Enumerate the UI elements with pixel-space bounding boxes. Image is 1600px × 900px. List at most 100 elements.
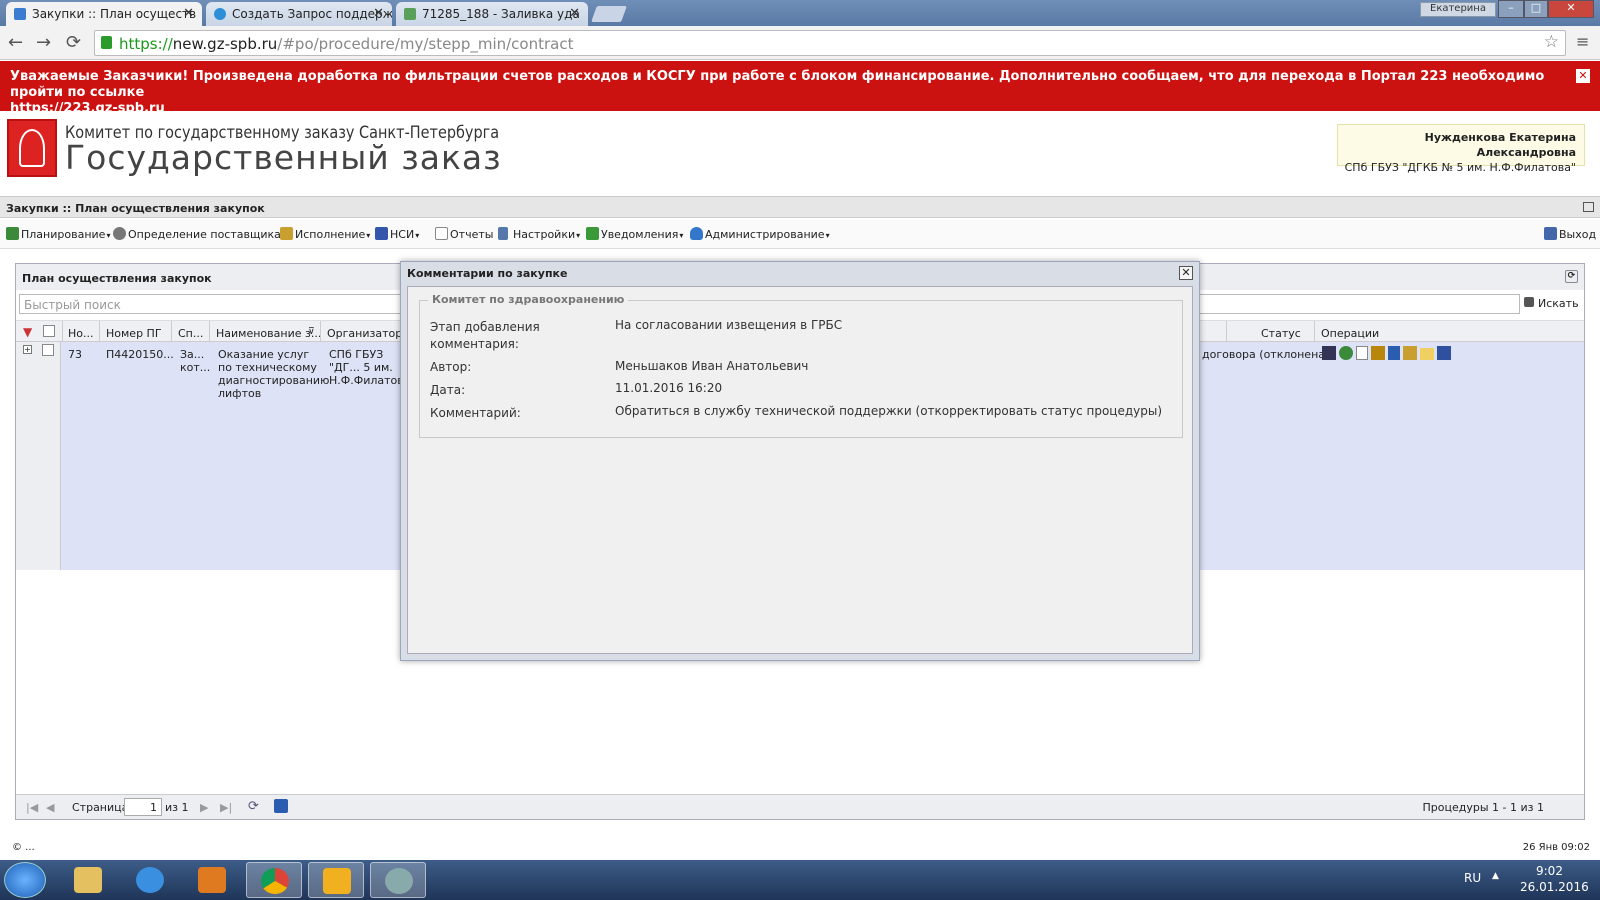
taskbar-media[interactable] xyxy=(184,862,240,898)
settings-icon[interactable] xyxy=(1339,346,1353,360)
menu-icon[interactable]: ≡ xyxy=(1576,32,1589,51)
menu-notifications[interactable]: Уведомления▾ xyxy=(586,227,683,241)
menu-administration[interactable]: Администрирование▾ xyxy=(690,227,830,241)
date-label: Дата: xyxy=(430,383,466,397)
site-title: Государственный заказ xyxy=(65,138,502,177)
col-status[interactable]: Статус xyxy=(1261,327,1301,340)
back-icon[interactable]: ← xyxy=(8,32,23,53)
app-title-bar: Закупки :: План осуществления закупок xyxy=(0,196,1600,218)
close-icon[interactable]: ✕ xyxy=(569,6,580,21)
col-organizer[interactable]: Организатор xyxy=(327,327,402,340)
col-method[interactable]: Сп... xyxy=(178,327,203,340)
tray-arrow-icon[interactable]: ▲ xyxy=(1492,871,1499,881)
maximize-icon[interactable]: □ xyxy=(1524,0,1548,18)
next-page-icon[interactable]: ▶ xyxy=(200,801,208,814)
minimize-icon[interactable]: – xyxy=(1498,0,1524,18)
filter-icon[interactable]: ⊽ xyxy=(308,327,315,337)
page-number-input[interactable]: 1 xyxy=(124,798,162,816)
forward-icon[interactable]: → xyxy=(36,32,51,53)
copyright: © ... xyxy=(12,842,35,853)
window-close-icon[interactable]: ✕ xyxy=(1548,0,1594,18)
archive-icon[interactable] xyxy=(1437,346,1451,360)
status-footer: © ... 26 Янв 09:02 xyxy=(0,836,1600,860)
notification-icon xyxy=(586,227,599,240)
close-icon[interactable]: ✕ xyxy=(183,6,194,21)
comment-label: Комментарий: xyxy=(430,406,521,420)
logout-button[interactable]: Выход xyxy=(1544,227,1596,241)
taskbar-paint[interactable] xyxy=(370,862,426,898)
group-legend: Комитет по здравоохранению xyxy=(428,293,629,306)
clear-filter-icon[interactable]: ▼ xyxy=(23,325,32,339)
browser-tab-support[interactable]: Создать Запрос поддерж ✕ xyxy=(206,2,392,26)
taskbar-explorer[interactable] xyxy=(60,862,116,898)
first-page-icon[interactable]: |◀ xyxy=(26,801,38,814)
date-value: 11.01.2016 16:20 xyxy=(615,381,723,395)
new-tab-button[interactable] xyxy=(591,6,627,22)
scroll-icon[interactable] xyxy=(1403,346,1417,360)
last-page-icon[interactable]: ▶| xyxy=(220,801,232,814)
col-pg-number[interactable]: Номер ПГ xyxy=(106,327,162,340)
row-number: 73 xyxy=(68,348,82,361)
author-value: Меньшаков Иван Анатольевич xyxy=(615,359,809,373)
expand-icon[interactable]: + xyxy=(23,345,32,354)
select-all-checkbox[interactable] xyxy=(43,325,55,337)
col-number[interactable]: Но... xyxy=(68,327,94,340)
page-favicon-icon xyxy=(14,8,26,20)
document-icon[interactable] xyxy=(1356,346,1368,360)
list-icon xyxy=(6,227,19,240)
save-icon[interactable] xyxy=(274,799,288,813)
menu-planning[interactable]: Планирование▾ xyxy=(6,227,110,241)
ie-icon xyxy=(136,867,164,893)
browser-tab-procurement[interactable]: Закупки :: План осуществ ✕ xyxy=(6,2,202,26)
language-indicator[interactable]: RU xyxy=(1464,871,1481,885)
dialog-close-icon[interactable]: ✕ xyxy=(1179,266,1193,280)
address-bar[interactable]: https://new.gz-spb.ru/#po/procedure/my/s… xyxy=(94,30,1566,56)
start-button[interactable] xyxy=(4,862,46,898)
refresh-icon[interactable]: ⟳ xyxy=(1565,270,1578,283)
folder-icon xyxy=(280,227,293,240)
prev-page-icon[interactable]: ◀ xyxy=(46,801,54,814)
taskbar-outlook[interactable] xyxy=(308,862,364,898)
wrench-icon xyxy=(498,227,508,240)
collapse-icon[interactable] xyxy=(1583,202,1594,212)
row-gutter: + xyxy=(16,342,61,570)
menu-settings[interactable]: Настройки▾ xyxy=(498,227,580,241)
col-name[interactable]: Наименование з... xyxy=(216,327,321,340)
comments-icon[interactable] xyxy=(1420,348,1434,360)
banner-text: Уважаемые Заказчики! Произведена доработ… xyxy=(10,69,1545,100)
menu-execution[interactable]: Исполнение▾ xyxy=(280,227,370,241)
taskbar-chrome[interactable] xyxy=(246,862,302,898)
server-datetime: 26 Янв 09:02 xyxy=(1522,842,1590,853)
notice-banner: Уважаемые Заказчики! Произведена доработ… xyxy=(0,61,1600,116)
row-organizer: СПб ГБУЗ "ДГ... 5 им. Н.Ф.Филатова xyxy=(329,348,411,387)
browser-tab-fill[interactable]: 71285_188 - Заливка уда ✕ xyxy=(396,2,588,26)
binoculars-icon xyxy=(1524,297,1534,307)
emblem-icon[interactable] xyxy=(1371,346,1385,360)
row-status: договора (отклонена) xyxy=(1202,348,1330,361)
main-menu: Планирование▾ Определение поставщика▾ Ис… xyxy=(0,219,1600,249)
windows-taskbar xyxy=(0,860,1600,900)
book-icon xyxy=(375,227,388,240)
media-player-icon xyxy=(198,867,226,893)
menu-reports[interactable]: Отчеты xyxy=(435,227,493,241)
close-icon[interactable]: ✕ xyxy=(373,6,384,21)
user-info[interactable]: Нужденкова Екатерина Александровна СПб Г… xyxy=(1337,124,1585,174)
pager-bar: |◀ ◀ Страница 1 из 1 ▶ ▶| ⟳ Процедуры 1 … xyxy=(16,794,1584,819)
comment-value: Обратиться в службу технической поддержк… xyxy=(615,404,1163,418)
portal-223-link[interactable]: https://223.gz-spb.ru xyxy=(10,101,165,116)
refresh-icon[interactable]: ⟳ xyxy=(248,799,259,814)
row-checkbox[interactable] xyxy=(42,344,54,356)
banner-close-icon[interactable]: ✕ xyxy=(1576,69,1590,83)
reload-icon[interactable]: ⟳ xyxy=(66,32,81,53)
bookmark-star-icon[interactable]: ☆ xyxy=(1544,32,1559,52)
col-operations[interactable]: Операции xyxy=(1321,327,1379,340)
book-icon[interactable] xyxy=(1388,346,1400,360)
taskbar-ie[interactable] xyxy=(122,862,178,898)
dialog-body: Комитет по здравоохранению Этап добавлен… xyxy=(407,286,1193,654)
menu-supplier[interactable]: Определение поставщика▾ xyxy=(113,227,286,241)
menu-nsi[interactable]: НСИ▾ xyxy=(375,227,419,241)
row-name: Оказание услуг по техническому диагности… xyxy=(218,348,330,400)
search-button[interactable]: Искать xyxy=(1524,297,1579,310)
lock-icon xyxy=(101,36,112,49)
chart-icon[interactable] xyxy=(1322,346,1336,360)
